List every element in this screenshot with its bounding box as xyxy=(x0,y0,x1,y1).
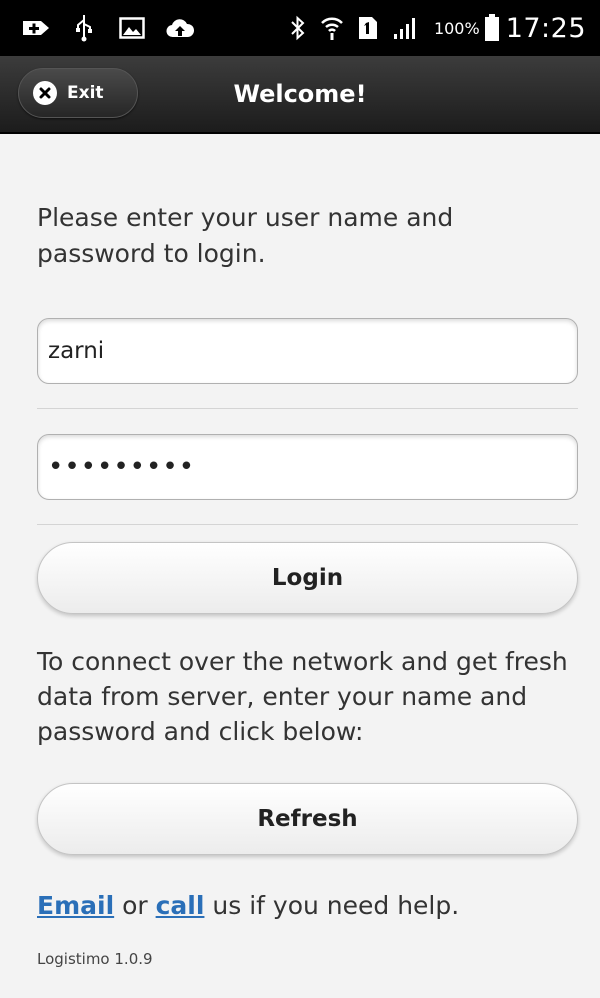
bluetooth-icon xyxy=(290,15,306,41)
password-field[interactable]: ••••••••• xyxy=(37,434,578,500)
exit-button[interactable]: Exit xyxy=(18,68,138,118)
image-icon xyxy=(118,14,146,42)
signal-icon xyxy=(392,16,420,40)
login-content: Please enter your user name and password… xyxy=(0,200,600,968)
battery-percentage: 100% xyxy=(433,18,480,38)
help-or-text: or xyxy=(114,891,156,920)
login-button[interactable]: Login xyxy=(37,542,578,614)
close-icon xyxy=(33,81,57,105)
status-bar-right: 100% 17:25 xyxy=(276,13,586,44)
email-link[interactable]: Email xyxy=(37,891,114,920)
help-suffix: us if you need help. xyxy=(204,891,460,920)
status-bar: 100% 17:25 xyxy=(0,0,600,56)
username-value: zarni xyxy=(48,338,105,364)
page-title: Welcome! xyxy=(233,80,367,108)
wifi-icon xyxy=(320,15,344,41)
cloud-upload-icon xyxy=(166,14,194,42)
battery-icon xyxy=(484,14,500,42)
plus-badge-icon xyxy=(22,14,50,42)
divider xyxy=(37,408,578,409)
sim-icon xyxy=(358,16,378,40)
login-instructions: Please enter your user name and password… xyxy=(37,203,454,268)
refresh-instructions: To connect over the network and get fres… xyxy=(37,647,568,746)
password-mask: ••••••••• xyxy=(48,452,196,482)
exit-button-label: Exit xyxy=(67,83,104,103)
username-field[interactable]: zarni xyxy=(37,318,578,384)
status-time: 17:25 xyxy=(505,12,586,44)
refresh-button[interactable]: Refresh xyxy=(37,783,578,855)
status-bar-left xyxy=(22,14,214,42)
app-header: Exit Welcome! xyxy=(0,56,600,134)
help-text: Email or call us if you need help. xyxy=(37,891,578,920)
login-button-label: Login xyxy=(271,565,344,591)
app-version: Logistimo 1.0.9 xyxy=(37,950,153,968)
divider xyxy=(37,524,578,525)
refresh-button-label: Refresh xyxy=(257,806,358,832)
call-link[interactable]: call xyxy=(156,891,205,920)
usb-icon xyxy=(70,14,98,42)
